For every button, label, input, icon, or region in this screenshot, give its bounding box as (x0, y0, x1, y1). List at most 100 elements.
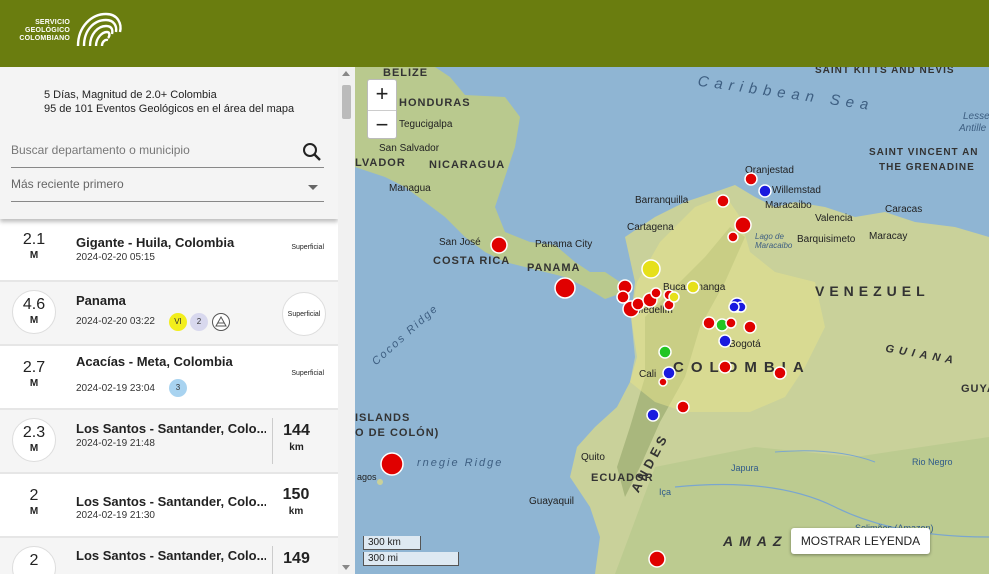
label-san-jose: San José (439, 237, 481, 248)
sgc-logo[interactable]: SERVICIO GEOLÓGICO COLOMBIANO (18, 10, 124, 52)
panel-scrollbar[interactable] (338, 67, 355, 574)
event-place: Los Santos - Santander, Colo... (76, 548, 266, 563)
logo-text: SERVICIO GEOLÓGICO COLOMBIANO (19, 19, 70, 42)
label-bucaramanga: Bucaramanga (663, 282, 726, 293)
magnitude-unit: M (29, 315, 39, 326)
magnitude-value: 2 (29, 552, 39, 569)
sort-select-value: Más reciente primero (11, 177, 124, 191)
app-header: SERVICIO GEOLÓGICO COLOMBIANO (0, 0, 989, 67)
felt-map-icon[interactable] (211, 312, 231, 332)
zoom-out-button[interactable]: − (368, 110, 396, 140)
event-place: Los Santos - Santander, Colo... (76, 494, 266, 509)
zoom-in-button[interactable]: + (368, 80, 396, 110)
intensity-badge[interactable]: VI (169, 313, 187, 331)
label-guayaquil: Guayaquil (529, 496, 575, 507)
label-san-salvador: San Salvador (379, 143, 440, 154)
depth-number: 149 (283, 550, 310, 567)
search-box (11, 139, 324, 168)
spiral-logo-icon (76, 12, 122, 47)
depth-unit: km (288, 506, 304, 517)
label-medellin: Medellín (635, 305, 673, 316)
list-item[interactable]: 2.1 M Gigante - Huila, Colombia 2024-02-… (0, 224, 338, 282)
depth-number: 150 (282, 486, 310, 503)
basemap (355, 67, 989, 574)
label-quito: Quito (581, 452, 605, 463)
label-oranjestad: Oranjestad (745, 165, 794, 176)
label-panama-city: Panama City (535, 239, 593, 250)
label-nicaragua: NICARAGUA (429, 159, 506, 171)
label-grenadines: THE GRENADINE (879, 162, 975, 173)
sort-select[interactable]: Más reciente primero (11, 177, 324, 202)
chevron-down-icon (308, 185, 318, 190)
magnitude-unit: M (29, 443, 39, 454)
label-barquisimeto: Barquisimeto (797, 234, 856, 245)
magnitude: 2.7 M (12, 354, 56, 398)
scroll-thumb[interactable] (342, 85, 351, 119)
label-lesser: Lesse (963, 111, 989, 122)
depth-value: 149 (272, 546, 320, 574)
label-rio-negro: Rio Negro (912, 457, 953, 467)
label-guyana: GUYA (961, 383, 989, 395)
depth-number: 144 (283, 422, 310, 439)
magnitude-value: 2.7 (22, 359, 46, 376)
event-datetime: 2024-02-19 21:30 (76, 510, 155, 521)
label-bogota: Bogotá (729, 339, 761, 350)
list-item[interactable]: 2.3 M Los Santos - Santander, Colo... 20… (0, 410, 338, 474)
magnitude: 4.6 M (12, 290, 56, 334)
event-datetime: 2024-02-19 23:04 (76, 383, 155, 394)
label-ica: Iça (659, 487, 672, 497)
label-carnegie-ridge: rnegie Ridge (417, 457, 504, 469)
scale-mi: 300 mi (363, 552, 459, 566)
show-legend-button[interactable]: MOSTRAR LEYENDA (791, 528, 930, 554)
label-costa-rica: COSTA RICA (433, 255, 511, 267)
label-maracay: Maracay (869, 231, 908, 242)
label-saint-kitts: SAINT KITTS AND NEVIS (815, 67, 955, 76)
magnitude-value: 4.6 (22, 296, 46, 313)
event-datetime: 2024-02-20 03:22 (76, 316, 155, 327)
label-galapagos: agos (357, 472, 377, 482)
map-view[interactable]: BELIZE HONDURAS Tegucigalpa LVADOR San S… (355, 67, 989, 574)
label-cali: Cali (639, 369, 657, 380)
summary-count: 95 de 101 Eventos Geológicos en el área … (44, 103, 295, 115)
label-colombia: COLOMBIA (673, 359, 811, 376)
list-item[interactable]: 2 M Los Santos - Santander, Colo... 2024… (0, 474, 338, 538)
event-place: Los Santos - Santander, Colo... (76, 421, 266, 436)
depth-unit: km (289, 442, 304, 453)
label-tegucigalpa: Tegucigalpa (399, 119, 453, 130)
label-willemstad: Willemstad (772, 185, 821, 196)
magnitude-unit: M (29, 378, 39, 389)
felt-badges: 3 (169, 379, 187, 397)
depth-value: 150 km (272, 482, 320, 528)
list-item[interactable]: 2 Los Santos - Santander, Colo... 149 (0, 538, 338, 574)
label-panama: PANAMA (527, 262, 581, 274)
felt-reports-badge[interactable]: 2 (190, 313, 208, 331)
depth-value: 144 km (272, 418, 320, 464)
label-salvador: LVADOR (355, 157, 406, 169)
label-belize: BELIZE (383, 67, 429, 79)
list-item[interactable]: 2.7 M Acacías - Meta, Colombia 2024-02-1… (0, 346, 338, 410)
magnitude-value: 2 (29, 487, 39, 504)
search-input[interactable] (11, 139, 291, 161)
label-maracaibo: Maracaibo (765, 200, 812, 211)
scroll-up-icon[interactable] (342, 71, 350, 76)
magnitude-value: 2.1 (22, 231, 46, 248)
event-place: Panama (76, 293, 126, 308)
scroll-down-icon[interactable] (342, 565, 350, 570)
label-managua: Managua (389, 183, 431, 194)
felt-reports-badge[interactable]: 3 (169, 379, 187, 397)
search-icon[interactable] (302, 142, 322, 162)
depth-label: Superficial (291, 244, 324, 251)
magnitude-unit: M (29, 250, 39, 261)
label-antilles: Antille (959, 123, 987, 134)
zoom-control: + − (367, 79, 397, 139)
magnitude: 2.1 M (12, 226, 56, 270)
event-datetime: 2024-02-19 21:48 (76, 438, 155, 449)
list-item[interactable]: 4.6 M Panama 2024-02-20 03:22 VI 2 Super… (0, 282, 338, 346)
filter-panel: 5 Días, Magnitud de 2.0+ Colombia 95 de … (0, 67, 338, 219)
intensity-badges: VI 2 (169, 312, 231, 332)
label-amazonia: AMAZ (723, 533, 788, 549)
depth-label: Superficial (291, 370, 324, 377)
label-cartagena: Cartagena (627, 222, 674, 233)
label-saint-vincent: SAINT VINCENT AN (869, 147, 979, 158)
label-lago-maracaibo: Lago de Maracaibo (755, 232, 793, 250)
